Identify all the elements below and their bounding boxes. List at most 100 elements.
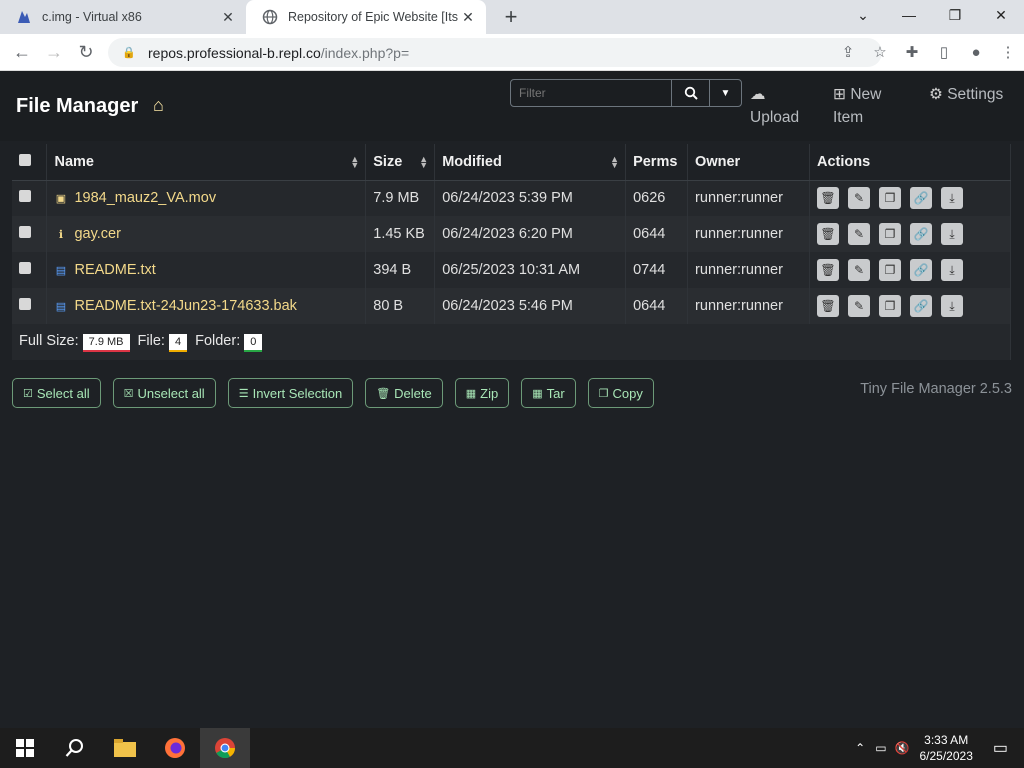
file-name: gay.cer <box>74 226 121 242</box>
file-owner: runner:runner <box>687 288 810 324</box>
close-tab-icon[interactable]: ✕ <box>460 9 476 25</box>
search-icon[interactable] <box>50 728 100 768</box>
brand-title[interactable]: File Manager <box>16 95 138 118</box>
column-header-actions: Actions <box>809 144 1011 181</box>
menu-icon[interactable]: ⋮ <box>992 36 1024 68</box>
download-icon[interactable]: ⤓ <box>941 259 963 281</box>
chevron-up-icon[interactable]: ⌃ <box>855 741 865 755</box>
new-tab-icon[interactable]: + <box>496 0 526 34</box>
close-window-icon[interactable]: ✕ <box>978 0 1024 30</box>
copy-icon: ❐ <box>598 387 609 400</box>
system-tray: ⌃ ▭ 🔇 3:33 AM 6/25/2023 ▭ <box>849 728 1024 768</box>
file-perms[interactable]: 0644 <box>625 216 689 252</box>
file-link[interactable]: ℹ gay.cer <box>54 226 365 242</box>
tab-strip: c.img - Virtual x86 ✕ Repository of Epic… <box>0 0 1024 34</box>
header-checkbox[interactable] <box>19 153 31 166</box>
windows-taskbar: ⌃ ▭ 🔇 3:33 AM 6/25/2023 ▭ <box>0 728 1024 768</box>
close-tab-icon[interactable]: ✕ <box>220 9 236 25</box>
tab-search-icon[interactable]: ⌄ <box>840 0 886 30</box>
archive-icon: ▦ <box>465 387 477 400</box>
link-icon[interactable]: 🔗 <box>910 295 932 317</box>
invert-selection-button[interactable]: ☰ Invert Selection <box>227 378 354 408</box>
notifications-icon[interactable]: ▭ <box>993 738 1008 758</box>
reload-icon[interactable]: ↻ <box>70 36 102 68</box>
new-item-link[interactable]: ⊞ New Item <box>833 83 893 129</box>
copy-button[interactable]: ❐ Copy <box>587 378 654 408</box>
file-perms[interactable]: 0644 <box>625 288 689 324</box>
address-bar[interactable]: 🔒 repos.professional-b.repl.co/index.php… <box>108 38 882 67</box>
download-icon[interactable]: ⤓ <box>941 187 963 210</box>
file-perms[interactable]: 0744 <box>625 252 689 288</box>
restore-icon[interactable]: ❐ <box>932 0 978 30</box>
volume-muted-icon[interactable]: 🔇 <box>895 741 910 755</box>
column-header-name[interactable]: Name ▲ ▼ <box>46 144 367 181</box>
tab-repository[interactable]: Repository of Epic Website [Its fr ✕ <box>246 0 486 34</box>
link-icon[interactable]: 🔗 <box>910 187 932 210</box>
zip-button[interactable]: ▦ Zip <box>454 378 510 408</box>
copy-icon[interactable]: ❐ <box>879 187 901 210</box>
upload-link[interactable]: ☁ Upload <box>750 83 799 129</box>
link-icon[interactable]: 🔗 <box>910 223 932 245</box>
tar-button[interactable]: ▦ Tar <box>521 378 576 408</box>
rename-icon[interactable]: ✎ <box>848 187 870 210</box>
row-checkbox[interactable] <box>19 226 31 238</box>
clock-date: 6/25/2023 <box>919 749 973 763</box>
select-all-button[interactable]: ☑ Select all <box>12 378 101 408</box>
copy-icon[interactable]: ❐ <box>879 223 901 245</box>
column-header-modified[interactable]: Modified ▲ ▼ <box>434 144 627 181</box>
filter-input[interactable] <box>511 80 671 106</box>
home-icon[interactable]: ⌂ <box>153 95 164 116</box>
tab-title: Repository of Epic Website [Its fr <box>288 10 460 24</box>
row-checkbox[interactable] <box>19 190 31 203</box>
file-link[interactable]: ▣ 1984_mauz2_VA.mov <box>54 190 365 206</box>
sort-icon: ▲ ▼ <box>419 154 429 170</box>
select-all-checkbox-cell[interactable] <box>12 144 48 181</box>
firefox-icon[interactable] <box>150 728 200 768</box>
file-explorer-icon[interactable] <box>100 728 150 768</box>
rename-icon[interactable]: ✎ <box>848 259 870 281</box>
profile-icon[interactable]: ● <box>960 36 992 68</box>
file-perms[interactable]: 0626 <box>625 180 689 216</box>
windows-start-icon[interactable] <box>0 728 50 768</box>
column-header-owner: Owner <box>687 144 810 181</box>
delete-button[interactable]: 🗑 Delete <box>365 378 443 408</box>
rename-icon[interactable]: ✎ <box>848 295 870 317</box>
file-link[interactable]: ▤ README.txt <box>54 262 365 278</box>
table-row: ▤ README.txt-24Jun23-174633.bak 80 B 06/2… <box>12 288 1011 324</box>
rename-icon[interactable]: ✎ <box>848 223 870 245</box>
link-icon[interactable]: 🔗 <box>910 259 932 281</box>
unselect-all-button[interactable]: ☒ Unselect all <box>112 378 216 408</box>
file-link[interactable]: ▤ README.txt-24Jun23-174633.bak <box>54 298 365 314</box>
minimize-icon[interactable]: — <box>886 0 932 30</box>
bookmark-star-icon[interactable]: ☆ <box>864 36 896 68</box>
copy-icon[interactable]: ❐ <box>879 259 901 281</box>
version-link[interactable]: Tiny File Manager 2.5.3 <box>860 381 1012 397</box>
chrome-icon[interactable] <box>200 728 250 768</box>
delete-icon[interactable]: 🗑 <box>817 223 839 245</box>
share-icon[interactable]: ⇪ <box>832 36 864 68</box>
row-checkbox[interactable] <box>19 262 31 274</box>
tab-virtual-x86[interactable]: c.img - Virtual x86 ✕ <box>0 0 246 34</box>
extensions-icon[interactable]: ✚ <box>896 36 928 68</box>
forward-icon[interactable]: → <box>38 36 70 68</box>
delete-icon[interactable]: 🗑 <box>817 259 839 281</box>
button-label: Delete <box>394 385 432 401</box>
side-panel-icon[interactable]: ▯ <box>928 36 960 68</box>
delete-icon[interactable]: 🗑 <box>817 187 839 210</box>
download-icon[interactable]: ⤓ <box>941 223 963 245</box>
search-button[interactable] <box>671 80 709 106</box>
column-header-size[interactable]: Size ▲ ▼ <box>365 144 436 181</box>
settings-link[interactable]: ⚙ Settings <box>929 83 1003 106</box>
header-label: Perms <box>633 153 678 170</box>
download-icon[interactable]: ⤓ <box>941 295 963 317</box>
info-icon: ℹ <box>58 228 64 241</box>
row-checkbox[interactable] <box>19 298 31 310</box>
clock[interactable]: 3:33 AM 6/25/2023 <box>919 732 972 764</box>
back-icon[interactable]: ← <box>6 36 38 68</box>
network-icon[interactable]: ▭ <box>875 741 886 755</box>
copy-icon[interactable]: ❐ <box>879 295 901 317</box>
window-controls: ⌄ — ❐ ✕ <box>840 0 1024 30</box>
delete-icon[interactable]: 🗑 <box>817 295 839 317</box>
video-file-icon: ▣ <box>55 192 67 205</box>
filter-dropdown-toggle[interactable]: ▼ <box>709 80 741 106</box>
